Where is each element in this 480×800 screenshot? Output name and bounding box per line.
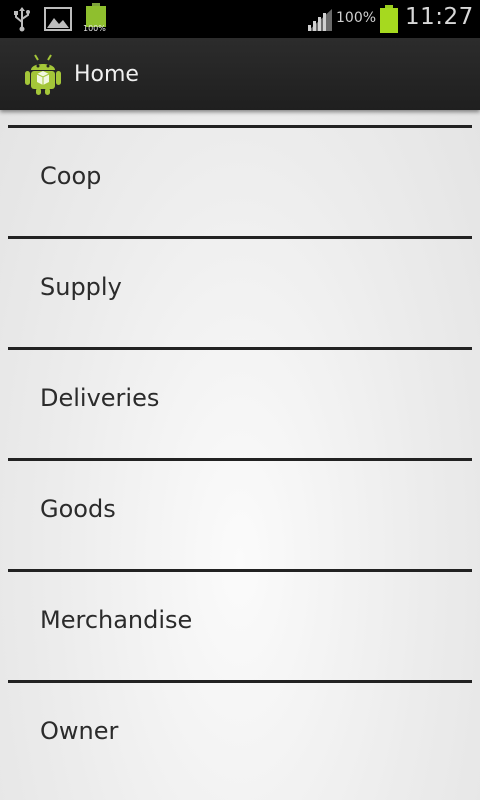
notification-battery-label: 100% [83,24,106,33]
status-bar: 100% 100% 11:27 [0,0,480,38]
menu-item-label: Goods [40,495,116,523]
menu-item-label: Owner [40,717,119,745]
menu-item-goods[interactable]: Goods [8,458,472,569]
menu-item-coop[interactable]: Coop [8,125,472,236]
battery-icon [380,5,398,33]
menu-item-label: Deliveries [40,384,160,412]
menu-item-label: Merchandise [40,606,193,634]
menu-item-label: Supply [40,273,122,301]
menu-item-deliveries[interactable]: Deliveries [8,347,472,458]
battery-percent: 100% [336,10,377,26]
page-title: Home [74,62,139,87]
menu-item-owner[interactable]: Owner [8,680,472,791]
clock: 11:27 [405,4,474,30]
android-app-icon[interactable] [23,52,63,96]
usb-icon [14,7,30,32]
signal-icon [308,9,332,31]
menu-item-merchandise[interactable]: Merchandise [8,569,472,680]
menu-item-supply[interactable]: Supply [8,236,472,347]
menu-item-label: Coop [40,162,102,190]
image-icon [44,7,72,31]
action-bar: Home [0,38,480,110]
